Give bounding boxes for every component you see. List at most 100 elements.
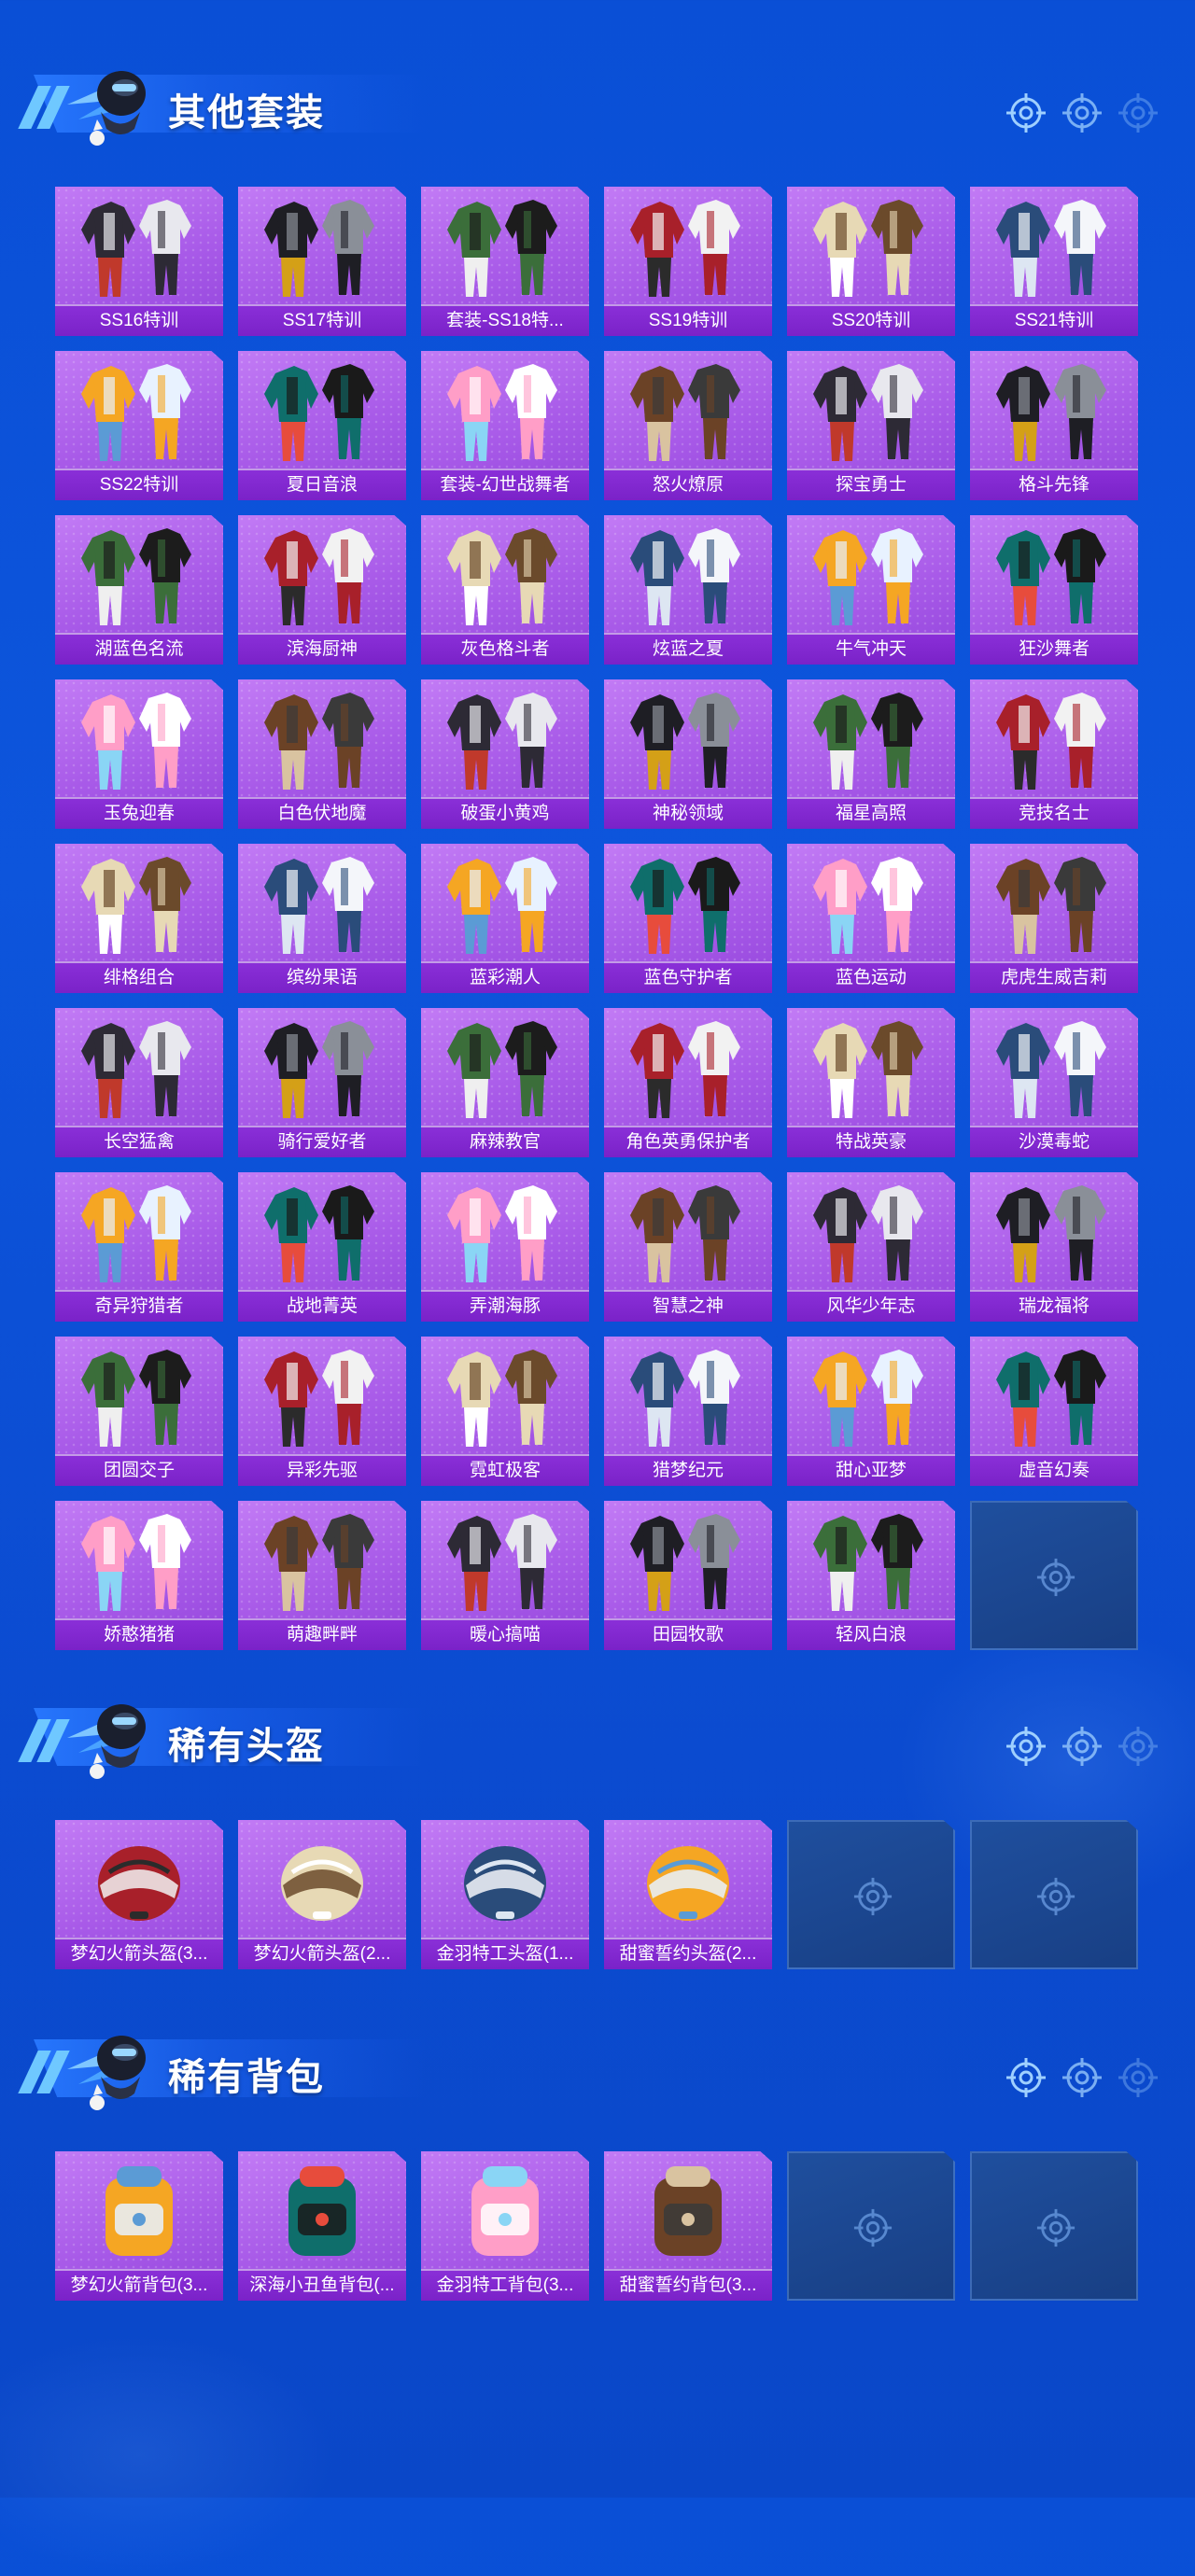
item-tile[interactable]: 奇异狩猎者 [55, 1172, 223, 1322]
item-tile[interactable]: 福星高照 [787, 679, 955, 829]
item-label: 梦幻火箭头盔(2... [238, 1938, 406, 1969]
item-tile[interactable]: 萌趣畔畔 [238, 1501, 406, 1650]
item-tile[interactable]: 梦幻火箭头盔(2... [238, 1820, 406, 1969]
item-tile[interactable]: 甜蜜誓约头盔(2... [604, 1820, 772, 1969]
item-tile[interactable]: 长空猛禽 [55, 1008, 223, 1157]
item-label: SS20特训 [787, 304, 955, 336]
helmet-icon [464, 1846, 546, 1921]
item-label: 风华少年志 [787, 1290, 955, 1322]
item-label: 沙漠毒蛇 [970, 1126, 1138, 1157]
item-label: 特战英豪 [787, 1126, 955, 1157]
item-tile[interactable]: 金羽特工背包(3... [421, 2151, 589, 2301]
item-label: 田园牧歌 [604, 1618, 772, 1650]
item-tile[interactable]: 缤纷果语 [238, 844, 406, 993]
item-tile[interactable]: SS17特训 [238, 187, 406, 336]
item-label: 长空猛禽 [55, 1126, 223, 1157]
section-header: 稀有头盔 [18, 1680, 1167, 1783]
item-label: 滨海厨神 [238, 633, 406, 665]
item-tile[interactable]: 甜心亚梦 [787, 1337, 955, 1486]
item-tile[interactable]: 梦幻火箭头盔(3... [55, 1820, 223, 1969]
outfit-icon [813, 1021, 923, 1118]
crosshair-icon [1005, 91, 1047, 139]
item-tile[interactable]: SS21特训 [970, 187, 1138, 336]
item-tile[interactable]: 异彩先驱 [238, 1337, 406, 1486]
item-tile[interactable]: 蓝色运动 [787, 844, 955, 993]
item-tile[interactable]: 牛气冲天 [787, 515, 955, 665]
item-tile[interactable]: SS19特训 [604, 187, 772, 336]
item-tile[interactable]: 湖蓝色名流 [55, 515, 223, 665]
section-title: 稀有背包 [168, 2057, 325, 2098]
item-tile[interactable]: SS20特训 [787, 187, 955, 336]
item-label: 甜蜜誓约头盔(2... [604, 1938, 772, 1969]
item-label: SS22特训 [55, 469, 223, 500]
item-tile[interactable]: 特战英豪 [787, 1008, 955, 1157]
item-tile[interactable]: 猎梦纪元 [604, 1337, 772, 1486]
item-tile[interactable]: 虎虎生威吉莉 [970, 844, 1138, 993]
item-tile[interactable]: 娇憨猪猪 [55, 1501, 223, 1650]
empty-slot [970, 1820, 1138, 1969]
item-tile[interactable]: 神秘领域 [604, 679, 772, 829]
item-label: 炫蓝之夏 [604, 633, 772, 665]
item-tile[interactable]: SS22特训 [55, 351, 223, 500]
item-tile[interactable]: 风华少年志 [787, 1172, 955, 1322]
outfit-icon [264, 1514, 374, 1611]
item-label: 套装-幻世战舞者 [421, 469, 589, 500]
item-tile[interactable]: 夏日音浪 [238, 351, 406, 500]
item-tile[interactable]: 炫蓝之夏 [604, 515, 772, 665]
item-label: 灰色格斗者 [421, 633, 589, 665]
empty-slot [787, 1820, 955, 1969]
item-tile[interactable]: 战地菁英 [238, 1172, 406, 1322]
item-tile[interactable]: 破蛋小黄鸡 [421, 679, 589, 829]
item-tile[interactable]: 弄潮海豚 [421, 1172, 589, 1322]
item-label: 梦幻火箭背包(3... [55, 2269, 223, 2301]
item-tile[interactable]: 灰色格斗者 [421, 515, 589, 665]
item-tile[interactable]: 甜蜜誓约背包(3... [604, 2151, 772, 2301]
item-tile[interactable]: 霓虹极客 [421, 1337, 589, 1486]
helmet-icon [98, 1846, 180, 1921]
item-label: 萌趣畔畔 [238, 1618, 406, 1650]
item-label: 甜蜜誓约背包(3... [604, 2269, 772, 2301]
item-tile[interactable]: 团圆交子 [55, 1337, 223, 1486]
mascot-icon [60, 1680, 162, 1783]
item-label: 异彩先驱 [238, 1454, 406, 1486]
outfit-icon [264, 200, 374, 297]
item-tile[interactable]: 怒火燎原 [604, 351, 772, 500]
item-tile[interactable]: 探宝勇士 [787, 351, 955, 500]
item-tile[interactable]: 骑行爱好者 [238, 1008, 406, 1157]
crosshair-decoration [1005, 91, 1160, 139]
item-tile[interactable]: 白色伏地魔 [238, 679, 406, 829]
item-tile[interactable]: 虚音幻奏 [970, 1337, 1138, 1486]
section-header: 稀有背包 [18, 2011, 1167, 2114]
item-tile[interactable]: 智慧之神 [604, 1172, 772, 1322]
item-tile[interactable]: 金羽特工头盔(1... [421, 1820, 589, 1969]
item-label: 探宝勇士 [787, 469, 955, 500]
item-tile[interactable]: 瑞龙福将 [970, 1172, 1138, 1322]
item-tile[interactable]: 竞技名士 [970, 679, 1138, 829]
item-tile[interactable]: 轻风白浪 [787, 1501, 955, 1650]
item-tile[interactable]: 麻辣教官 [421, 1008, 589, 1157]
item-label: 格斗先锋 [970, 469, 1138, 500]
item-tile[interactable]: 套装-SS18特... [421, 187, 589, 336]
item-tile[interactable]: 绯格组合 [55, 844, 223, 993]
item-tile[interactable]: 玉兔迎春 [55, 679, 223, 829]
item-tile[interactable]: 深海小丑鱼背包(... [238, 2151, 406, 2301]
item-tile[interactable]: 套装-幻世战舞者 [421, 351, 589, 500]
item-tile[interactable]: 蓝彩潮人 [421, 844, 589, 993]
item-tile[interactable]: 田园牧歌 [604, 1501, 772, 1650]
item-label: 梦幻火箭头盔(3... [55, 1938, 223, 1969]
item-tile[interactable]: 滨海厨神 [238, 515, 406, 665]
item-tile[interactable]: 角色英勇保护者 [604, 1008, 772, 1157]
item-tile[interactable]: 蓝色守护者 [604, 844, 772, 993]
item-tile[interactable]: 狂沙舞者 [970, 515, 1138, 665]
crosshair-icon [1061, 91, 1104, 139]
outfit-icon [81, 528, 191, 625]
item-tile[interactable]: SS16特训 [55, 187, 223, 336]
item-tile[interactable]: 沙漠毒蛇 [970, 1008, 1138, 1157]
item-tile[interactable]: 梦幻火箭背包(3... [55, 2151, 223, 2301]
mascot-icon [60, 47, 162, 149]
item-label: 骑行爱好者 [238, 1126, 406, 1157]
item-tile[interactable]: 暖心搞喵 [421, 1501, 589, 1650]
item-tile[interactable]: 格斗先锋 [970, 351, 1138, 500]
item-label: 福星高照 [787, 797, 955, 829]
item-label: 虚音幻奏 [970, 1454, 1138, 1486]
